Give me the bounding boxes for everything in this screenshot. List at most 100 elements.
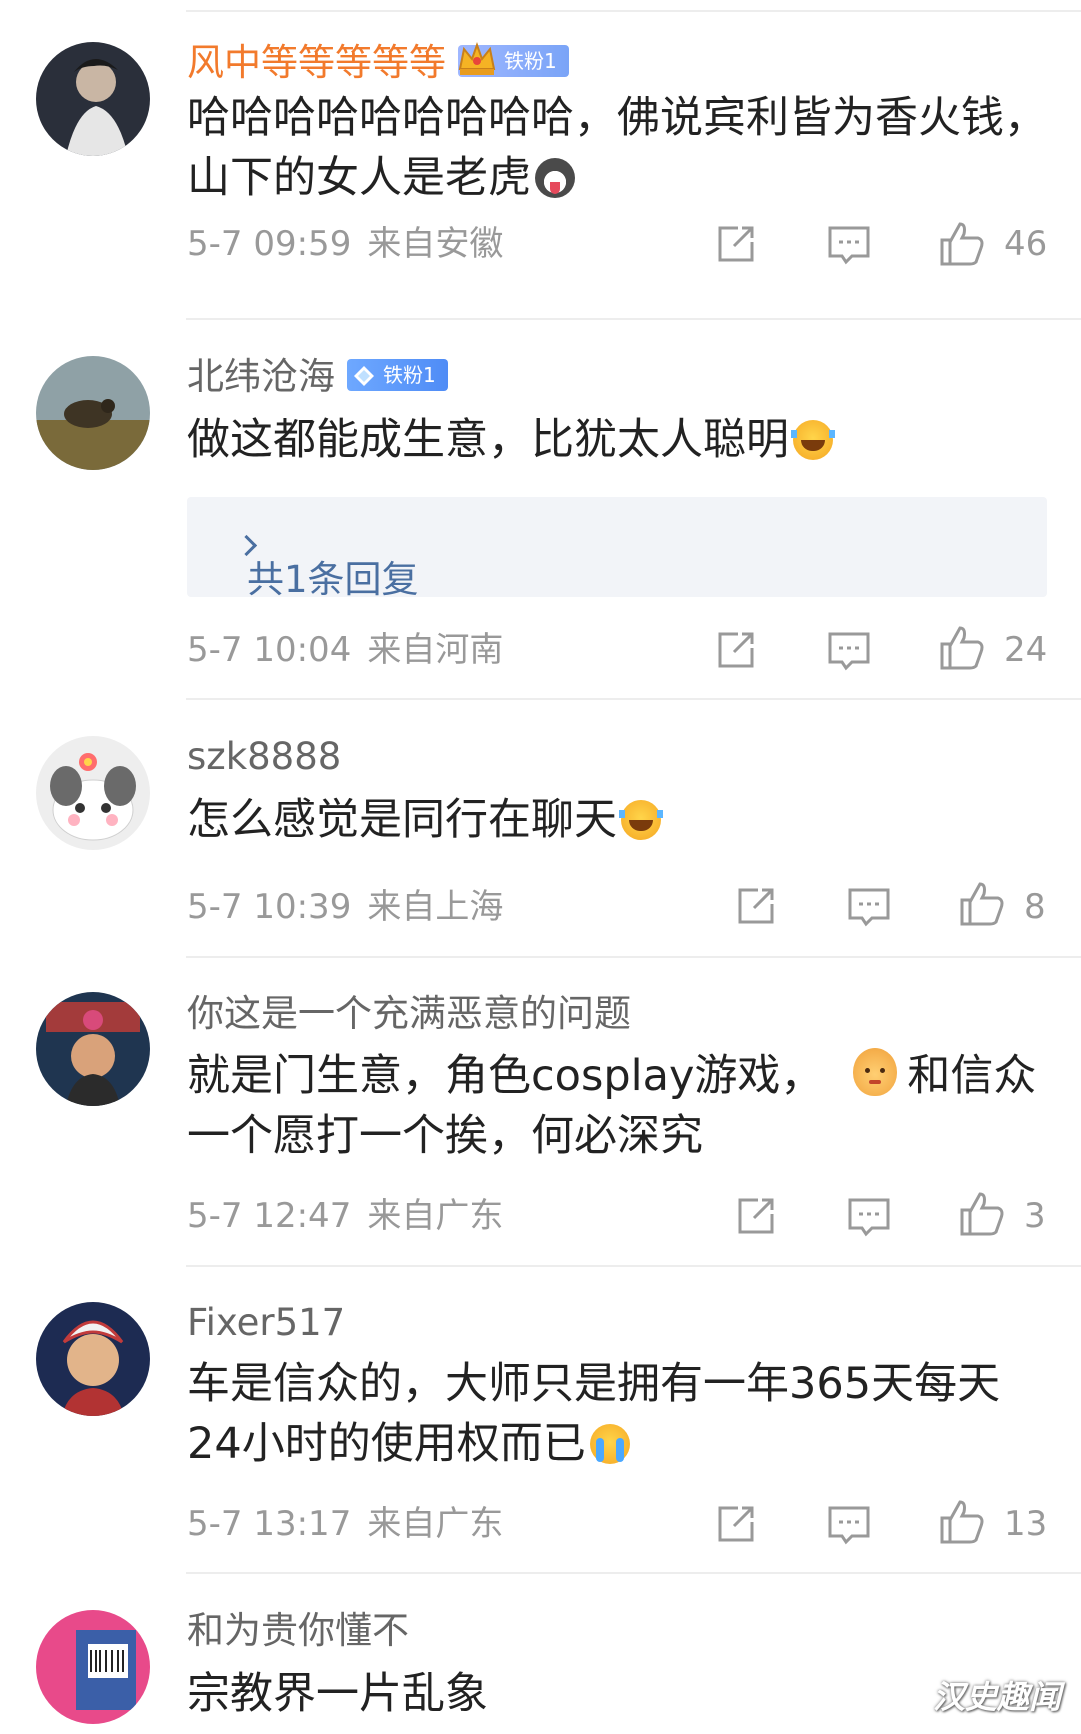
username-text[interactable]: Fixer517 <box>187 1301 345 1344</box>
comment-meta: 5-7 09:59 来自安徽 <box>187 224 503 264</box>
divider <box>186 10 1081 12</box>
like-count: 24 <box>1004 630 1048 670</box>
share-button[interactable] <box>734 884 778 932</box>
divider <box>186 318 1081 320</box>
comment-location: 来自广东 <box>367 1504 504 1544</box>
comment-text: 宗教界一片乱象 <box>187 1664 1047 1724</box>
username[interactable]: 风中等等等等等 铁粉1 <box>187 40 569 86</box>
comment-body: 哈哈哈哈哈哈哈哈哈，佛说宾利皆为香火钱，山下的女人是老虎 <box>187 93 1047 203</box>
crown-icon <box>458 41 496 75</box>
comment-body: 做这都能成生意，比犹太人聪明 <box>187 415 789 465</box>
comment-meta: 5-7 10:39 来自上海 <box>187 887 503 927</box>
avatar[interactable] <box>36 42 150 156</box>
username-text[interactable]: szk8888 <box>187 735 341 778</box>
fan-badge: 铁粉1 <box>347 358 448 391</box>
username-text[interactable]: 和为贵你懂不 <box>187 1609 409 1652</box>
username[interactable]: Fixer517 <box>187 1300 345 1346</box>
comment-button[interactable] <box>846 1194 892 1242</box>
share-button[interactable] <box>714 222 758 270</box>
like-button[interactable] <box>958 880 1006 928</box>
comment-meta: 5-7 13:17 来自广东 <box>187 1504 503 1544</box>
replies-link[interactable]: 共1条回复 <box>187 497 1047 601</box>
comment-list: 风中等等等等等 铁粉1 哈哈哈哈哈哈哈哈哈，佛说宾利皆为香火钱，山下的女人是老虎 … <box>0 0 1081 1734</box>
avatar[interactable] <box>36 1610 150 1724</box>
laugh-cry-emoji <box>619 800 663 840</box>
share-button[interactable] <box>714 1502 758 1550</box>
comment-location: 来自上海 <box>367 887 504 927</box>
comment-icon <box>828 1506 870 1545</box>
comment-date: 5-7 13:17 <box>187 1504 352 1544</box>
like-icon <box>940 1500 984 1544</box>
husky-emoji <box>535 158 575 198</box>
like-button[interactable] <box>938 220 986 268</box>
badge-label: 铁粉1 <box>383 362 436 387</box>
divider <box>186 1572 1081 1574</box>
share-button[interactable] <box>714 628 758 676</box>
username-text[interactable]: 你这是一个充满恶意的问题 <box>187 992 631 1035</box>
like-icon <box>960 882 1004 926</box>
comment-text: 哈哈哈哈哈哈哈哈哈，佛说宾利皆为香火钱，山下的女人是老虎 <box>187 88 1047 208</box>
comment-icon <box>848 888 890 927</box>
comment-location: 来自河南 <box>367 630 504 670</box>
crying-emoji <box>589 1424 630 1464</box>
comment-button[interactable] <box>846 884 892 932</box>
username[interactable]: 和为贵你懂不 <box>187 1608 409 1654</box>
comment-location: 来自安徽 <box>367 224 504 264</box>
like-count: 13 <box>1004 1504 1048 1544</box>
share-icon <box>718 632 754 668</box>
like-icon <box>960 1192 1004 1236</box>
comment-date: 5-7 12:47 <box>187 1196 352 1236</box>
like-icon <box>940 626 984 670</box>
avatar[interactable] <box>36 1302 150 1416</box>
watermark: 汉史趣闻 <box>932 1678 1061 1716</box>
share-icon <box>738 1198 774 1234</box>
like-count: 3 <box>1024 1196 1046 1236</box>
comment-icon <box>848 1198 890 1237</box>
divider <box>186 1265 1081 1267</box>
username[interactable]: 你这是一个充满恶意的问题 <box>187 991 631 1037</box>
like-button[interactable] <box>958 1190 1006 1238</box>
divider <box>186 956 1081 958</box>
comment-date: 5-7 10:04 <box>187 630 352 670</box>
comment-text: 做这都能成生意，比犹太人聪明 <box>187 410 1047 470</box>
username-text[interactable]: 北纬沧海 <box>187 355 335 398</box>
comment-meta: 5-7 10:04 来自河南 <box>187 630 503 670</box>
comment-button[interactable] <box>826 628 872 676</box>
comment-body: 怎么感觉是同行在聊天 <box>187 795 617 845</box>
avatar[interactable] <box>36 356 150 470</box>
comment-icon <box>828 226 870 265</box>
username[interactable]: 北纬沧海 铁粉1 <box>187 354 448 400</box>
comment-date: 5-7 10:39 <box>187 887 352 927</box>
fan-badge: 铁粉1 <box>458 41 569 77</box>
comment-location: 来自广东 <box>367 1196 504 1236</box>
like-button[interactable] <box>938 1498 986 1546</box>
username[interactable]: szk8888 <box>187 734 341 780</box>
avatar[interactable] <box>36 736 150 850</box>
like-button[interactable] <box>938 624 986 672</box>
username-text[interactable]: 风中等等等等等 <box>187 41 446 84</box>
divider <box>186 698 1081 700</box>
share-button[interactable] <box>734 1194 778 1242</box>
comment-button[interactable] <box>826 1502 872 1550</box>
share-icon <box>718 226 754 262</box>
avatar[interactable] <box>36 992 150 1106</box>
badge-label: 铁粉1 <box>504 48 557 73</box>
baby-face-emoji <box>853 1048 898 1096</box>
share-icon <box>718 1506 754 1542</box>
diamond-icon <box>354 365 374 386</box>
comment-icon <box>828 632 870 671</box>
laugh-cry-emoji <box>791 420 835 460</box>
replies-label[interactable]: 共1条回复 <box>247 549 419 603</box>
comment-date: 5-7 09:59 <box>187 224 352 264</box>
comment-body: 宗教界一片乱象 <box>187 1669 488 1719</box>
comment-button[interactable] <box>826 222 872 270</box>
comment-text: 怎么感觉是同行在聊天 <box>187 790 1047 850</box>
share-icon <box>738 888 774 924</box>
comment-body: 就是门生意，角色cosplay游戏， <box>187 1051 824 1101</box>
like-count: 46 <box>1004 224 1048 264</box>
like-icon <box>940 222 984 266</box>
comment-text: 车是信众的，大师只是拥有一年365天每天24小时的使用权而已 <box>187 1354 1047 1474</box>
comment-meta: 5-7 12:47 来自广东 <box>187 1196 503 1236</box>
comment-text: 就是门生意，角色cosplay游戏， 和信众一个愿打一个挨，何必深究 <box>187 1046 1047 1166</box>
like-count: 8 <box>1024 887 1046 927</box>
